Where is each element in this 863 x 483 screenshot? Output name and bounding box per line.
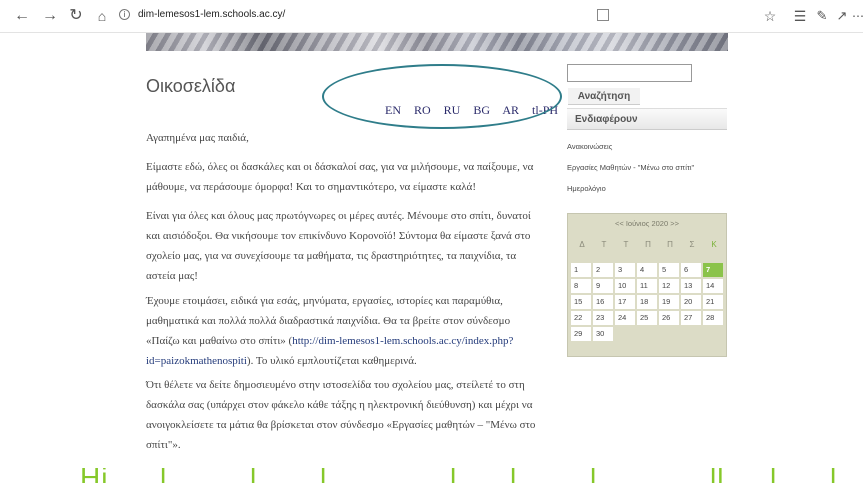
share-icon[interactable]: ↗	[832, 6, 852, 26]
calendar-weekday: Τ	[623, 240, 629, 249]
calendar-day[interactable]: 27	[681, 311, 701, 325]
calendar-day[interactable]: 3	[615, 263, 635, 277]
intro-paragraph: Είμαστε εδώ, όλες οι δασκάλες και οι δάσ…	[146, 161, 534, 193]
calendar-weekday: Π	[667, 240, 673, 249]
calendar-weekday: Τ	[601, 240, 607, 249]
address-bar[interactable]: i dim-lemesos1-lem.schools.ac.cy/	[115, 5, 755, 27]
greeting-paragraph: Αγαπημένα μας παιδιά,	[146, 132, 249, 144]
calendar-widget: << Ιούνιος 2020 >> Δ Τ Τ Π Π Σ Κ 1 2 3 4 5 6 7 8 9 10 11 1…	[567, 213, 727, 357]
url-text[interactable]: dim-lemesos1-lem.schools.ac.cy/	[138, 9, 285, 20]
calendar-weekday: Σ	[689, 240, 695, 249]
calendar-day[interactable]: 29	[571, 327, 591, 341]
search-input[interactable]	[567, 64, 692, 82]
calendar-day-today[interactable]: 7	[703, 263, 723, 277]
calendar-day[interactable]: 20	[681, 295, 701, 309]
calendar-day[interactable]: 9	[593, 279, 613, 293]
calendar-day[interactable]: 4	[637, 263, 657, 277]
calendar-weekday: Δ	[579, 240, 585, 249]
info-icon[interactable]: i	[119, 9, 130, 20]
pen-icon[interactable]: ✎	[812, 6, 832, 26]
calendar-day[interactable]: 22	[571, 311, 591, 325]
calendar-day[interactable]: 14	[703, 279, 723, 293]
calendar-day[interactable]: 13	[681, 279, 701, 293]
calendar-day[interactable]: 6	[681, 263, 701, 277]
reader-view-icon[interactable]	[597, 9, 609, 21]
calendar-day[interactable]: 5	[659, 263, 679, 277]
materials-paragraph: Έχουμε ετοιμάσει, ειδικά για εσάς, μηνύμ…	[146, 291, 546, 371]
forward-icon[interactable]: →	[40, 6, 60, 26]
calendar-day[interactable]: 17	[615, 295, 635, 309]
sidebar-link-announcements[interactable]: Ανακοινώσεις	[567, 142, 612, 151]
calendar-weekday: Κ	[711, 240, 717, 249]
search-button[interactable]: Αναζήτηση	[568, 88, 640, 105]
home-icon[interactable]: ⌂	[92, 6, 112, 26]
calendar-day[interactable]: 10	[615, 279, 635, 293]
calendar-day[interactable]: 8	[571, 279, 591, 293]
calendar-day[interactable]: 16	[593, 295, 613, 309]
calendar-weekday: Π	[645, 240, 651, 249]
back-icon[interactable]: ←	[12, 6, 32, 26]
sidebar-link-calendar[interactable]: Ημερολόγιο	[567, 184, 606, 193]
calendar-day[interactable]: 21	[703, 295, 723, 309]
publish-paragraph: Ότι θέλετε να δείτε δημοσιευμένο στην ισ…	[146, 379, 536, 451]
calendar-day[interactable]: 18	[637, 295, 657, 309]
calendar-day[interactable]: 15	[571, 295, 591, 309]
page-title: Οικοσελίδα	[146, 76, 236, 96]
calendar-day[interactable]: 11	[637, 279, 657, 293]
calendar-day[interactable]: 25	[637, 311, 657, 325]
calendar-month-header[interactable]: << Ιούνιος 2020 >>	[568, 214, 726, 233]
bottom-cropped-text: Hi l l l l l l ll l l	[70, 468, 850, 483]
calendar-day[interactable]: 2	[593, 263, 613, 277]
calendar-day[interactable]: 28	[703, 311, 723, 325]
sidebar-link-student-work[interactable]: Εργασίες Μαθητών - "Μένω στο σπίτι"	[567, 163, 694, 172]
favorite-star-icon[interactable]: ☆	[760, 6, 780, 26]
calendar-day[interactable]: 24	[615, 311, 635, 325]
calendar-day[interactable]: 12	[659, 279, 679, 293]
more-icon[interactable]: ⋯	[852, 6, 863, 26]
annotation-ellipse	[322, 64, 562, 129]
calendar-day[interactable]: 23	[593, 311, 613, 325]
calendar-day[interactable]: 19	[659, 295, 679, 309]
reload-icon[interactable]: ↻	[66, 6, 86, 26]
calendar-day[interactable]: 26	[659, 311, 679, 325]
stay-home-paragraph: Είναι για όλες και όλους μας πρωτόγνωρες…	[146, 210, 531, 282]
favorites-list-icon[interactable]: ☰	[790, 6, 810, 26]
browser-toolbar: ← → ↻ ⌂ i dim-lemesos1-lem.schools.ac.cy…	[0, 0, 863, 33]
calendar-day[interactable]: 30	[593, 327, 613, 341]
sidebar-heading: Ενδιαφέρουν	[567, 108, 727, 130]
materials-text-after: ). Το υλικό εμπλουτίζεται καθημερινά.	[246, 355, 417, 367]
calendar-day[interactable]: 1	[571, 263, 591, 277]
header-banner-image	[146, 33, 728, 51]
